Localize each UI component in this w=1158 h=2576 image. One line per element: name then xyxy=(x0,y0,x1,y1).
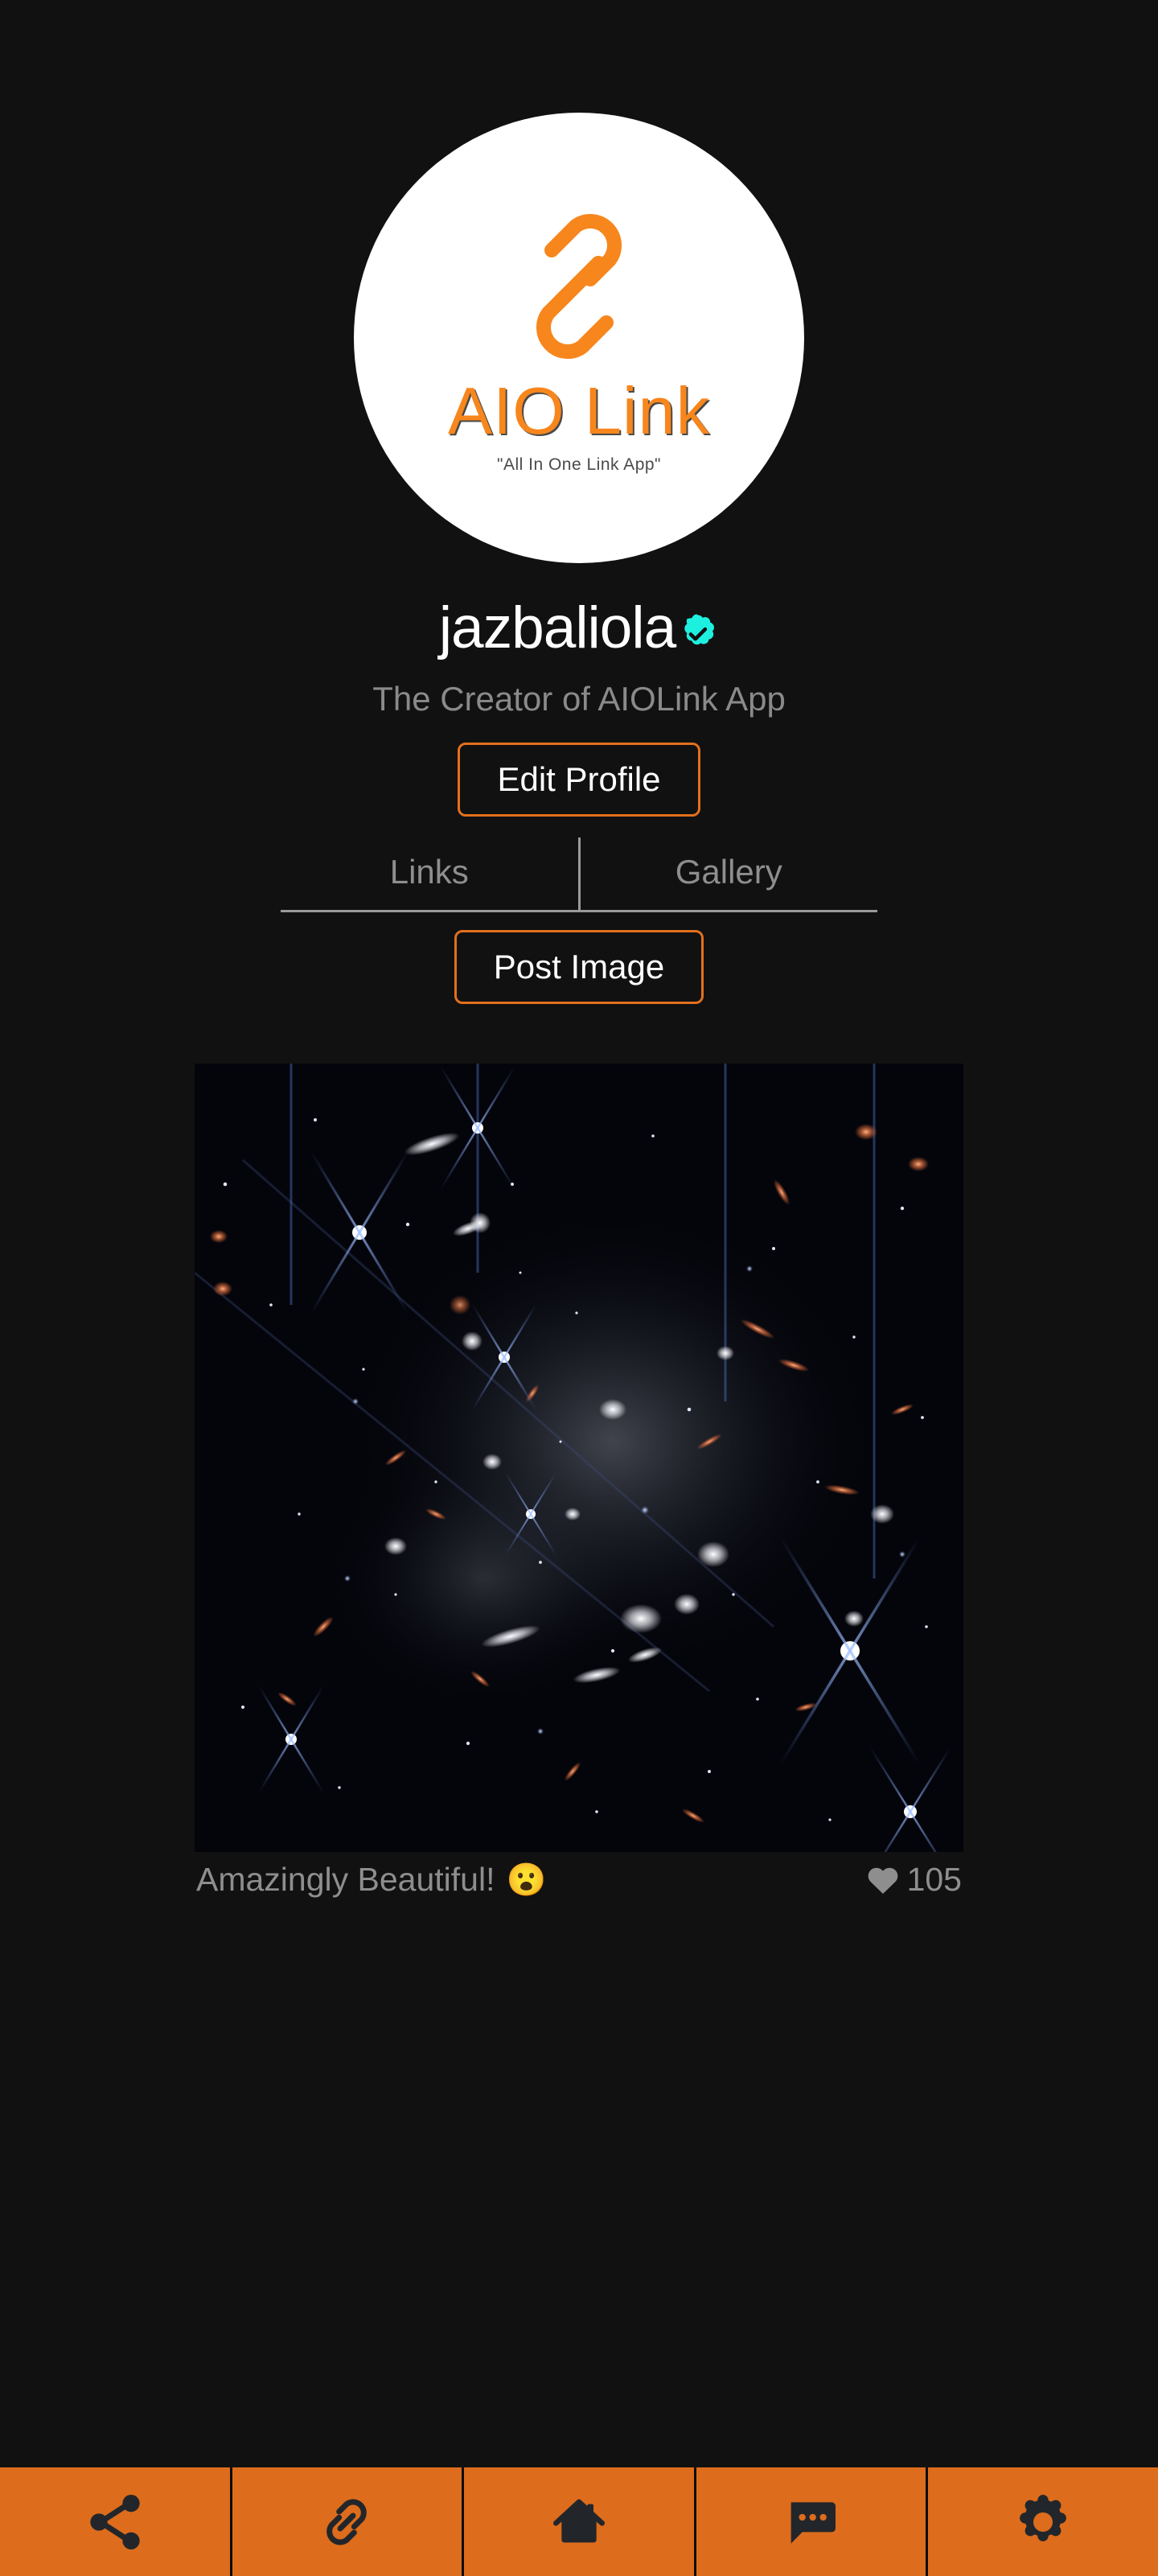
nav-item-settings[interactable] xyxy=(928,2467,1158,2576)
logo-tagline: "All In One Link App" xyxy=(496,455,662,474)
post-photo[interactable] xyxy=(195,1064,963,1852)
gear-icon xyxy=(1020,2494,1067,2541)
link-icon xyxy=(326,2499,368,2545)
post-image-button[interactable]: Post Image xyxy=(454,930,704,1004)
profile-tabs: Links Gallery xyxy=(281,837,877,912)
tab-links[interactable]: Links xyxy=(281,837,581,910)
share-icon xyxy=(90,2494,140,2549)
nav-item-share[interactable] xyxy=(0,2467,232,2576)
profile-bio: The Creator of AIOLink App xyxy=(372,680,786,718)
nav-item-messages[interactable] xyxy=(696,2467,929,2576)
nav-item-links[interactable] xyxy=(232,2467,465,2576)
post-caption: Amazingly Beautiful! 😮 xyxy=(196,1863,546,1896)
profile-screen: AIO Link "All In One Link App" jazbaliol… xyxy=(0,0,1158,2576)
deep-field-galaxy-photo xyxy=(195,1064,963,1852)
verified-badge-icon xyxy=(684,614,715,644)
edit-profile-wrap: Edit Profile xyxy=(458,743,700,817)
home-icon xyxy=(552,2499,605,2542)
nav-item-home[interactable] xyxy=(464,2467,696,2576)
tab-gallery[interactable]: Gallery xyxy=(581,837,878,910)
edit-profile-button[interactable]: Edit Profile xyxy=(458,743,700,817)
username-row: jazbaliola xyxy=(439,599,719,657)
chain-link-icon xyxy=(536,213,622,359)
chat-icon xyxy=(790,2501,836,2544)
heart-icon[interactable] xyxy=(867,1865,899,1895)
post-meta: Amazingly Beautiful! 😮 105 xyxy=(195,1863,963,1896)
post-like-count: 105 xyxy=(906,1861,962,1898)
post-caption-text: Amazingly Beautiful! xyxy=(196,1861,495,1898)
post-image-button-wrap: Post Image xyxy=(454,930,704,1004)
gallery-post: Amazingly Beautiful! 😮 105 xyxy=(195,1064,963,1896)
avatar[interactable]: AIO Link "All In One Link App" xyxy=(354,113,804,563)
post-likes[interactable]: 105 xyxy=(867,1863,962,1896)
bottom-navigation xyxy=(0,2467,1158,2576)
logo-title: AIO Link xyxy=(447,372,711,448)
username: jazbaliola xyxy=(438,595,676,660)
post-caption-emoji: 😮 xyxy=(506,1862,547,1898)
